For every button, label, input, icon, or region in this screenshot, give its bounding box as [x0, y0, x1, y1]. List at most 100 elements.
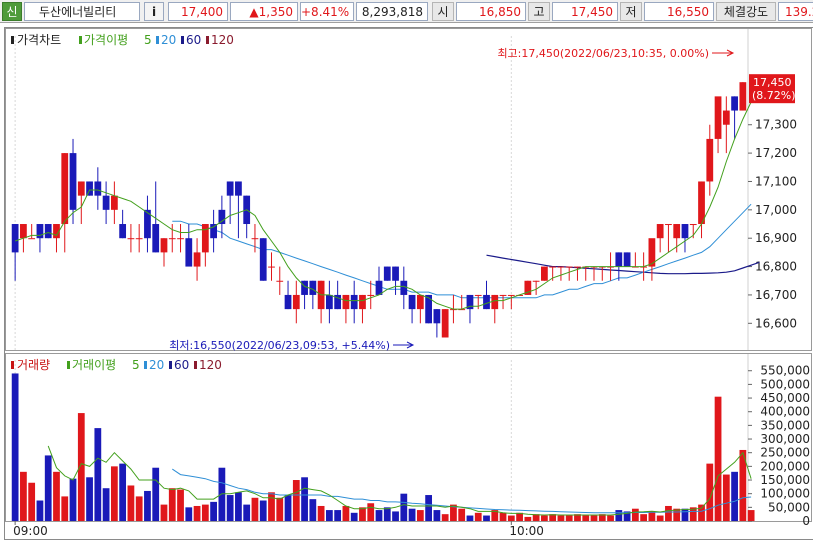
- candle-body: [532, 280, 540, 282]
- volume-bar: [53, 471, 60, 521]
- volume-bar: [400, 493, 408, 521]
- legend-period: 60: [186, 33, 201, 47]
- candle-body: [441, 309, 449, 338]
- candle-body: [474, 294, 482, 296]
- candle-body: [325, 294, 333, 310]
- candle-body: [416, 294, 424, 310]
- price-legend: 가격차트 가격이평 5 20 60 120: [11, 33, 234, 47]
- volume-bar: [193, 505, 201, 521]
- low-label: 저: [620, 2, 642, 21]
- strength-value: 139.2: [778, 2, 813, 21]
- volume-bar: [648, 511, 656, 521]
- volume-bar: [392, 511, 399, 521]
- volume-bar: [383, 507, 391, 521]
- candle-body: [218, 209, 226, 225]
- volume-bar: [11, 373, 19, 521]
- volume-bar: [251, 497, 259, 521]
- volume-bar: [185, 507, 193, 521]
- credit-badge: 신: [2, 2, 22, 21]
- current-price-label: 17,450: [753, 76, 792, 89]
- price-tick-label: 17,200: [755, 146, 797, 160]
- candle-body: [36, 224, 44, 239]
- volume-bar: [127, 485, 135, 521]
- volume-bar: [210, 501, 217, 521]
- candle-body: [135, 238, 143, 240]
- candle-body: [127, 238, 135, 240]
- candle-body: [110, 195, 118, 210]
- volume-tick-label: 500,000: [760, 377, 810, 391]
- chart-svg[interactable]: 16,600 16,700 16,800 16,900 17,000 17,100 17,2…: [5, 28, 813, 541]
- volume-bar: [375, 510, 383, 521]
- candle-body: [292, 294, 300, 310]
- candle-body: [94, 181, 102, 196]
- candle-body: [665, 224, 672, 226]
- candle-body: [499, 294, 507, 296]
- info-button[interactable]: i: [144, 2, 164, 21]
- candle-body: [359, 294, 366, 310]
- volume-tick-label: 100,000: [760, 487, 810, 501]
- volume-bar: [640, 514, 648, 521]
- price-legend-title: 가격차트: [17, 33, 61, 47]
- volume-bar: [747, 510, 755, 521]
- legend-period: 120: [211, 33, 234, 47]
- candle-body: [102, 195, 110, 210]
- legend-marker-icon: [169, 361, 172, 369]
- volume-bar: [565, 515, 573, 521]
- legend-marker-icon: [144, 361, 147, 369]
- volume-bar: [61, 496, 69, 521]
- candle-body: [689, 224, 697, 226]
- high-annotation: 최고:17,450(2022/06/23,10:35, 0.00%): [497, 47, 709, 60]
- volume-bar: [731, 471, 738, 521]
- volume-tick-label: 450,000: [760, 391, 810, 405]
- legend-period: 5: [144, 33, 152, 47]
- volume-bar: [102, 488, 110, 521]
- volume-bar: [177, 489, 184, 521]
- candle-body: [177, 238, 184, 240]
- candle-body: [309, 280, 317, 295]
- price-panel-border: [5, 28, 812, 351]
- volume-bar: [722, 474, 730, 521]
- volume-bar: [69, 478, 77, 521]
- volume-bar: [36, 500, 44, 521]
- price-tick-label: 17,000: [755, 203, 797, 217]
- candle-body: [268, 266, 275, 268]
- volume-bar: [226, 495, 234, 521]
- volume-tick-label: 0: [802, 514, 810, 528]
- price-tick-label: 16,800: [755, 260, 797, 274]
- candle-body: [367, 294, 375, 296]
- legend-marker-icon: [67, 361, 70, 369]
- stock-name-field[interactable]: 두산에너빌리티: [24, 2, 140, 21]
- candle-body: [226, 181, 234, 196]
- trade-volume: 8,293,818: [356, 2, 428, 21]
- legend-marker-icon: [181, 36, 184, 44]
- candle-body: [284, 294, 292, 310]
- candle-body: [201, 224, 209, 253]
- candle-body: [301, 280, 308, 295]
- price-change: ▲1,350: [230, 2, 298, 21]
- volume-bar: [144, 490, 151, 521]
- price-tick-label: 16,600: [755, 316, 797, 330]
- volume-bar: [698, 504, 705, 521]
- open-value: 16,850: [456, 2, 526, 21]
- volume-bar: [582, 515, 590, 521]
- volume-bar: [325, 510, 333, 521]
- candle-body: [193, 252, 201, 267]
- legend-label: 가격이평: [84, 33, 128, 47]
- volume-bar: [656, 515, 664, 521]
- volume-bar: [284, 495, 292, 521]
- candle-body: [11, 224, 19, 253]
- volume-bar: [499, 512, 507, 521]
- legend-marker-icon: [11, 361, 14, 369]
- volume-bar: [483, 515, 490, 521]
- candle-body: [235, 181, 242, 196]
- high-value: 17,450: [552, 2, 618, 21]
- candle-body: [698, 181, 705, 225]
- candle-body: [61, 153, 69, 225]
- volume-tick-label: 50,000: [768, 500, 810, 514]
- candle-body: [168, 238, 176, 240]
- volume-bar: [334, 510, 342, 521]
- candle-body: [408, 294, 416, 310]
- volume-tick-label: 300,000: [760, 432, 810, 446]
- volume-bar: [507, 515, 515, 521]
- volume-bar: [152, 467, 160, 521]
